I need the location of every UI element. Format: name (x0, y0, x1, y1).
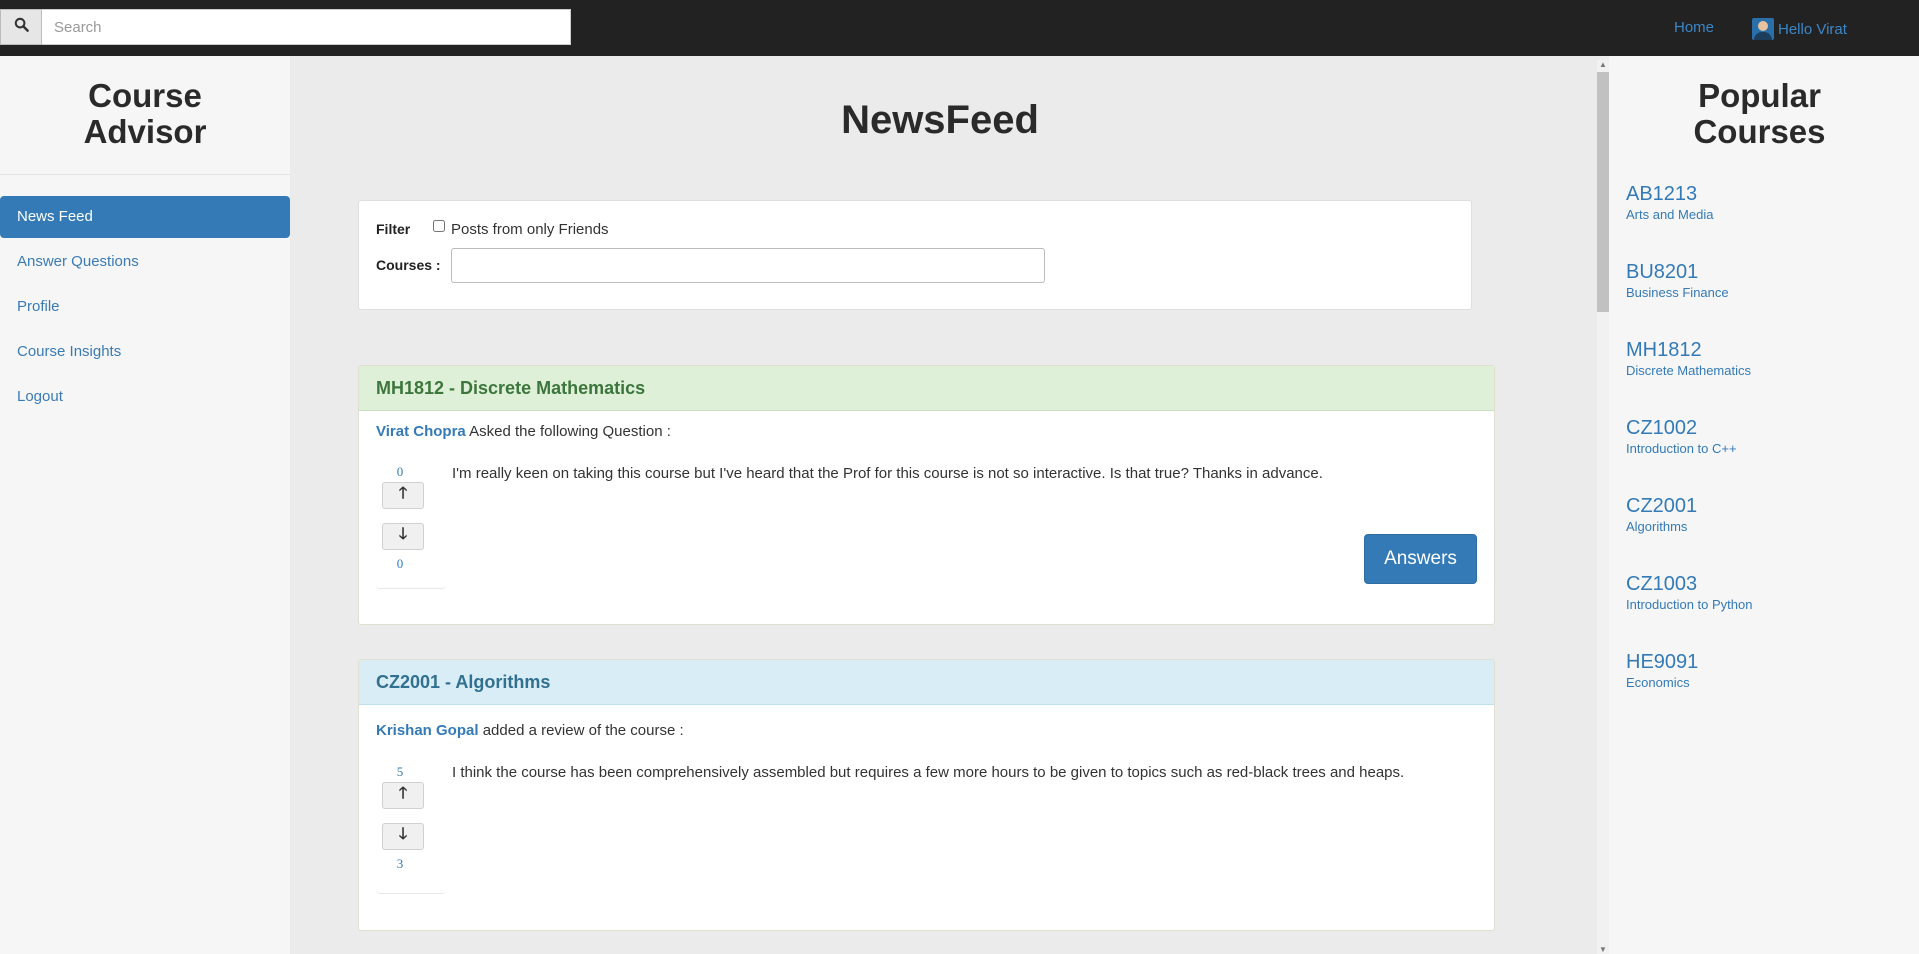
downvote-count: 0 (396, 556, 404, 571)
course-name[interactable]: Arts and Media (1626, 206, 1919, 224)
course-name[interactable]: Introduction to C++ (1626, 440, 1919, 458)
course-code[interactable]: MH1812 (1626, 338, 1919, 362)
arrow-down-icon: 🡓 (398, 826, 408, 843)
vote-column: 0 🡑 🡓 0 (376, 454, 446, 589)
nav-home-link[interactable]: Home (1674, 19, 1714, 36)
friends-only-checkbox[interactable] (433, 220, 445, 232)
avatar (1752, 18, 1774, 40)
post-text: I think the course has been comprehensiv… (452, 764, 1405, 781)
arrow-up-icon: 🡑 (398, 785, 408, 802)
post-card: CZ2001 - Algorithms Krishan Gopal added … (358, 659, 1495, 931)
course-item[interactable]: CZ2001 Algorithms (1626, 494, 1919, 572)
upvote-count: 0 (396, 464, 404, 479)
course-name[interactable]: Algorithms (1626, 518, 1919, 536)
right-sidebar: Popular Courses AB1213 Arts and Media BU8… (1609, 56, 1919, 954)
user-menu[interactable]: Hello Virat (1752, 18, 1847, 40)
upvote-button[interactable]: 🡑 (382, 782, 424, 809)
post-header[interactable]: MH1812 - Discrete Mathematics (359, 366, 1494, 411)
course-name[interactable]: Business Finance (1626, 284, 1919, 302)
sidebar-menu: News Feed Answer Questions Profile Cours… (0, 196, 290, 418)
main-scrollbar[interactable]: ▲ ▼ (1597, 60, 1609, 954)
downvote-button[interactable]: 🡓 (382, 823, 424, 850)
course-item[interactable]: BU8201 Business Finance (1626, 260, 1919, 338)
search-input[interactable] (42, 9, 571, 45)
course-name[interactable]: Discrete Mathematics (1626, 362, 1919, 380)
course-name[interactable]: Economics (1626, 674, 1919, 692)
popular-course-list: AB1213 Arts and Media BU8201 Business Fi… (1609, 182, 1919, 728)
post-header[interactable]: CZ2001 - Algorithms (359, 660, 1494, 705)
post-text: I'm really keen on taking this course bu… (452, 465, 1323, 482)
filter-panel: Filter Posts from only Friends Courses : (358, 200, 1472, 310)
search-icon (14, 17, 29, 37)
upvote-button[interactable]: 🡑 (382, 482, 424, 509)
search-bar (0, 9, 571, 45)
sidebar-item-logout[interactable]: Logout (0, 376, 290, 418)
arrow-up-icon: 🡑 (398, 485, 408, 502)
friends-only-label[interactable]: Posts from only Friends (451, 221, 609, 238)
post-action: added a review of the course : (482, 722, 684, 739)
course-code[interactable]: CZ1003 (1626, 572, 1919, 596)
brand-title: Course Advisor (83, 77, 207, 150)
top-navbar: Home Hello Virat (0, 0, 1919, 56)
course-code[interactable]: HE9091 (1626, 650, 1919, 674)
post-author-line: Virat Chopra Asked the following Questio… (376, 423, 671, 440)
post-author-link[interactable]: Virat Chopra (376, 423, 466, 440)
user-greeting: Hello Virat (1778, 20, 1847, 38)
sidebar-item-profile[interactable]: Profile (0, 286, 290, 328)
course-code[interactable]: AB1213 (1626, 182, 1919, 206)
post-author-link[interactable]: Krishan Gopal (376, 722, 479, 739)
answers-button[interactable]: Answers (1364, 534, 1477, 584)
course-code[interactable]: CZ2001 (1626, 494, 1919, 518)
post-card: MH1812 - Discrete Mathematics Virat Chop… (358, 365, 1495, 625)
courses-label: Courses : (376, 257, 441, 273)
courses-filter-input[interactable] (451, 248, 1045, 283)
post-author-line: Krishan Gopal added a review of the cour… (376, 722, 684, 739)
sidebar-item-news-feed[interactable]: News Feed (0, 196, 290, 238)
brand-divider (0, 174, 290, 175)
course-item[interactable]: MH1812 Discrete Mathematics (1626, 338, 1919, 416)
search-button[interactable] (0, 9, 42, 45)
filter-label: Filter (376, 221, 411, 237)
main-content: NewsFeed Filter Posts from only Friends … (290, 56, 1599, 954)
vote-column: 5 🡑 🡓 3 (376, 759, 446, 894)
popular-courses-title: Popular Courses (1693, 77, 1826, 150)
post-action: Asked the following Question : (469, 423, 671, 440)
downvote-count: 3 (396, 856, 404, 871)
course-item[interactable]: CZ1003 Introduction to Python (1626, 572, 1919, 650)
course-code[interactable]: BU8201 (1626, 260, 1919, 284)
course-name[interactable]: Introduction to Python (1626, 596, 1919, 614)
upvote-count: 5 (396, 764, 404, 779)
page-title: NewsFeed (841, 98, 1039, 142)
downvote-button[interactable]: 🡓 (382, 523, 424, 550)
scroll-down-icon[interactable]: ▼ (1599, 945, 1607, 954)
sidebar-item-course-insights[interactable]: Course Insights (0, 331, 290, 373)
course-item[interactable]: HE9091 Economics (1626, 650, 1919, 728)
arrow-down-icon: 🡓 (398, 526, 408, 543)
sidebar-item-answer-questions[interactable]: Answer Questions (0, 241, 290, 283)
course-item[interactable]: AB1213 Arts and Media (1626, 182, 1919, 260)
left-sidebar: Course Advisor News Feed Answer Questions… (0, 56, 290, 954)
course-item[interactable]: CZ1002 Introduction to C++ (1626, 416, 1919, 494)
course-code[interactable]: CZ1002 (1626, 416, 1919, 440)
